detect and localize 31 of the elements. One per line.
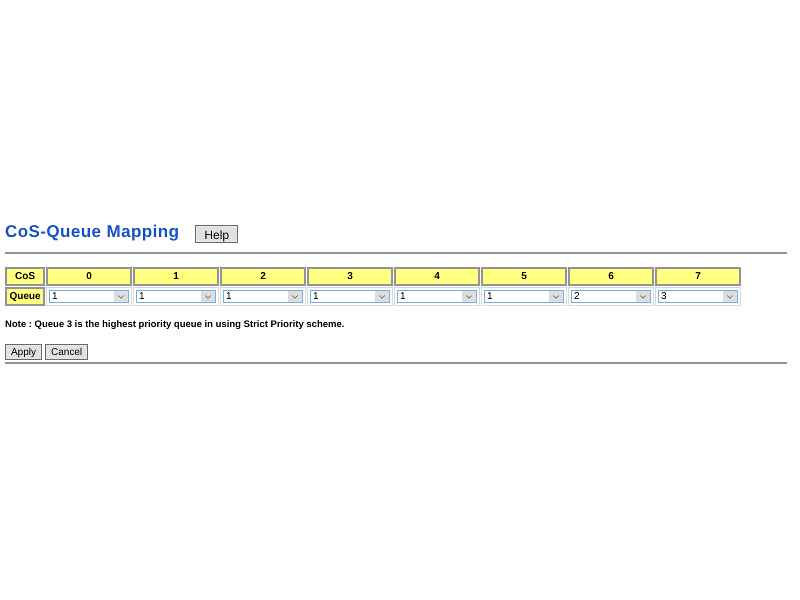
note-text: Note : Queue 3 is the highest priority queue in using Strict Priority scheme.	[5, 318, 346, 332]
chevron-down-icon	[636, 291, 650, 302]
column-header: 5	[481, 267, 567, 286]
chevron-down-icon	[201, 291, 215, 302]
chevron-down-icon	[375, 291, 389, 302]
queue-select[interactable]: 1	[310, 290, 390, 303]
queue-select[interactable]: 1	[136, 290, 216, 303]
row-header: Queue	[5, 287, 45, 306]
queue-select[interactable]: 2	[571, 290, 651, 303]
apply-button[interactable]: Apply	[5, 344, 42, 360]
cancel-button[interactable]: Cancel	[45, 344, 88, 360]
queue-select[interactable]: 1	[397, 290, 477, 303]
column-header: 6	[568, 267, 654, 286]
page-title: CoS-Queue Mapping	[5, 221, 180, 244]
queue-select[interactable]: 3	[658, 290, 738, 303]
row-header: CoS	[5, 267, 45, 286]
column-header: 4	[394, 267, 480, 286]
column-header: 3	[307, 267, 393, 286]
column-header: 0	[46, 267, 132, 286]
column-header: 7	[655, 267, 741, 286]
column-header: 1	[133, 267, 219, 286]
chevron-down-icon	[114, 291, 128, 302]
chevron-down-icon	[549, 291, 563, 302]
chevron-down-icon	[288, 291, 302, 302]
queue-select[interactable]: 1	[484, 290, 564, 303]
column-header: 2	[220, 267, 306, 286]
queue-select[interactable]: 1	[49, 290, 129, 303]
queue-select[interactable]: 1	[223, 290, 303, 303]
chevron-down-icon	[723, 291, 737, 302]
chevron-down-icon	[462, 291, 476, 302]
help-button[interactable]: Help	[195, 225, 238, 243]
